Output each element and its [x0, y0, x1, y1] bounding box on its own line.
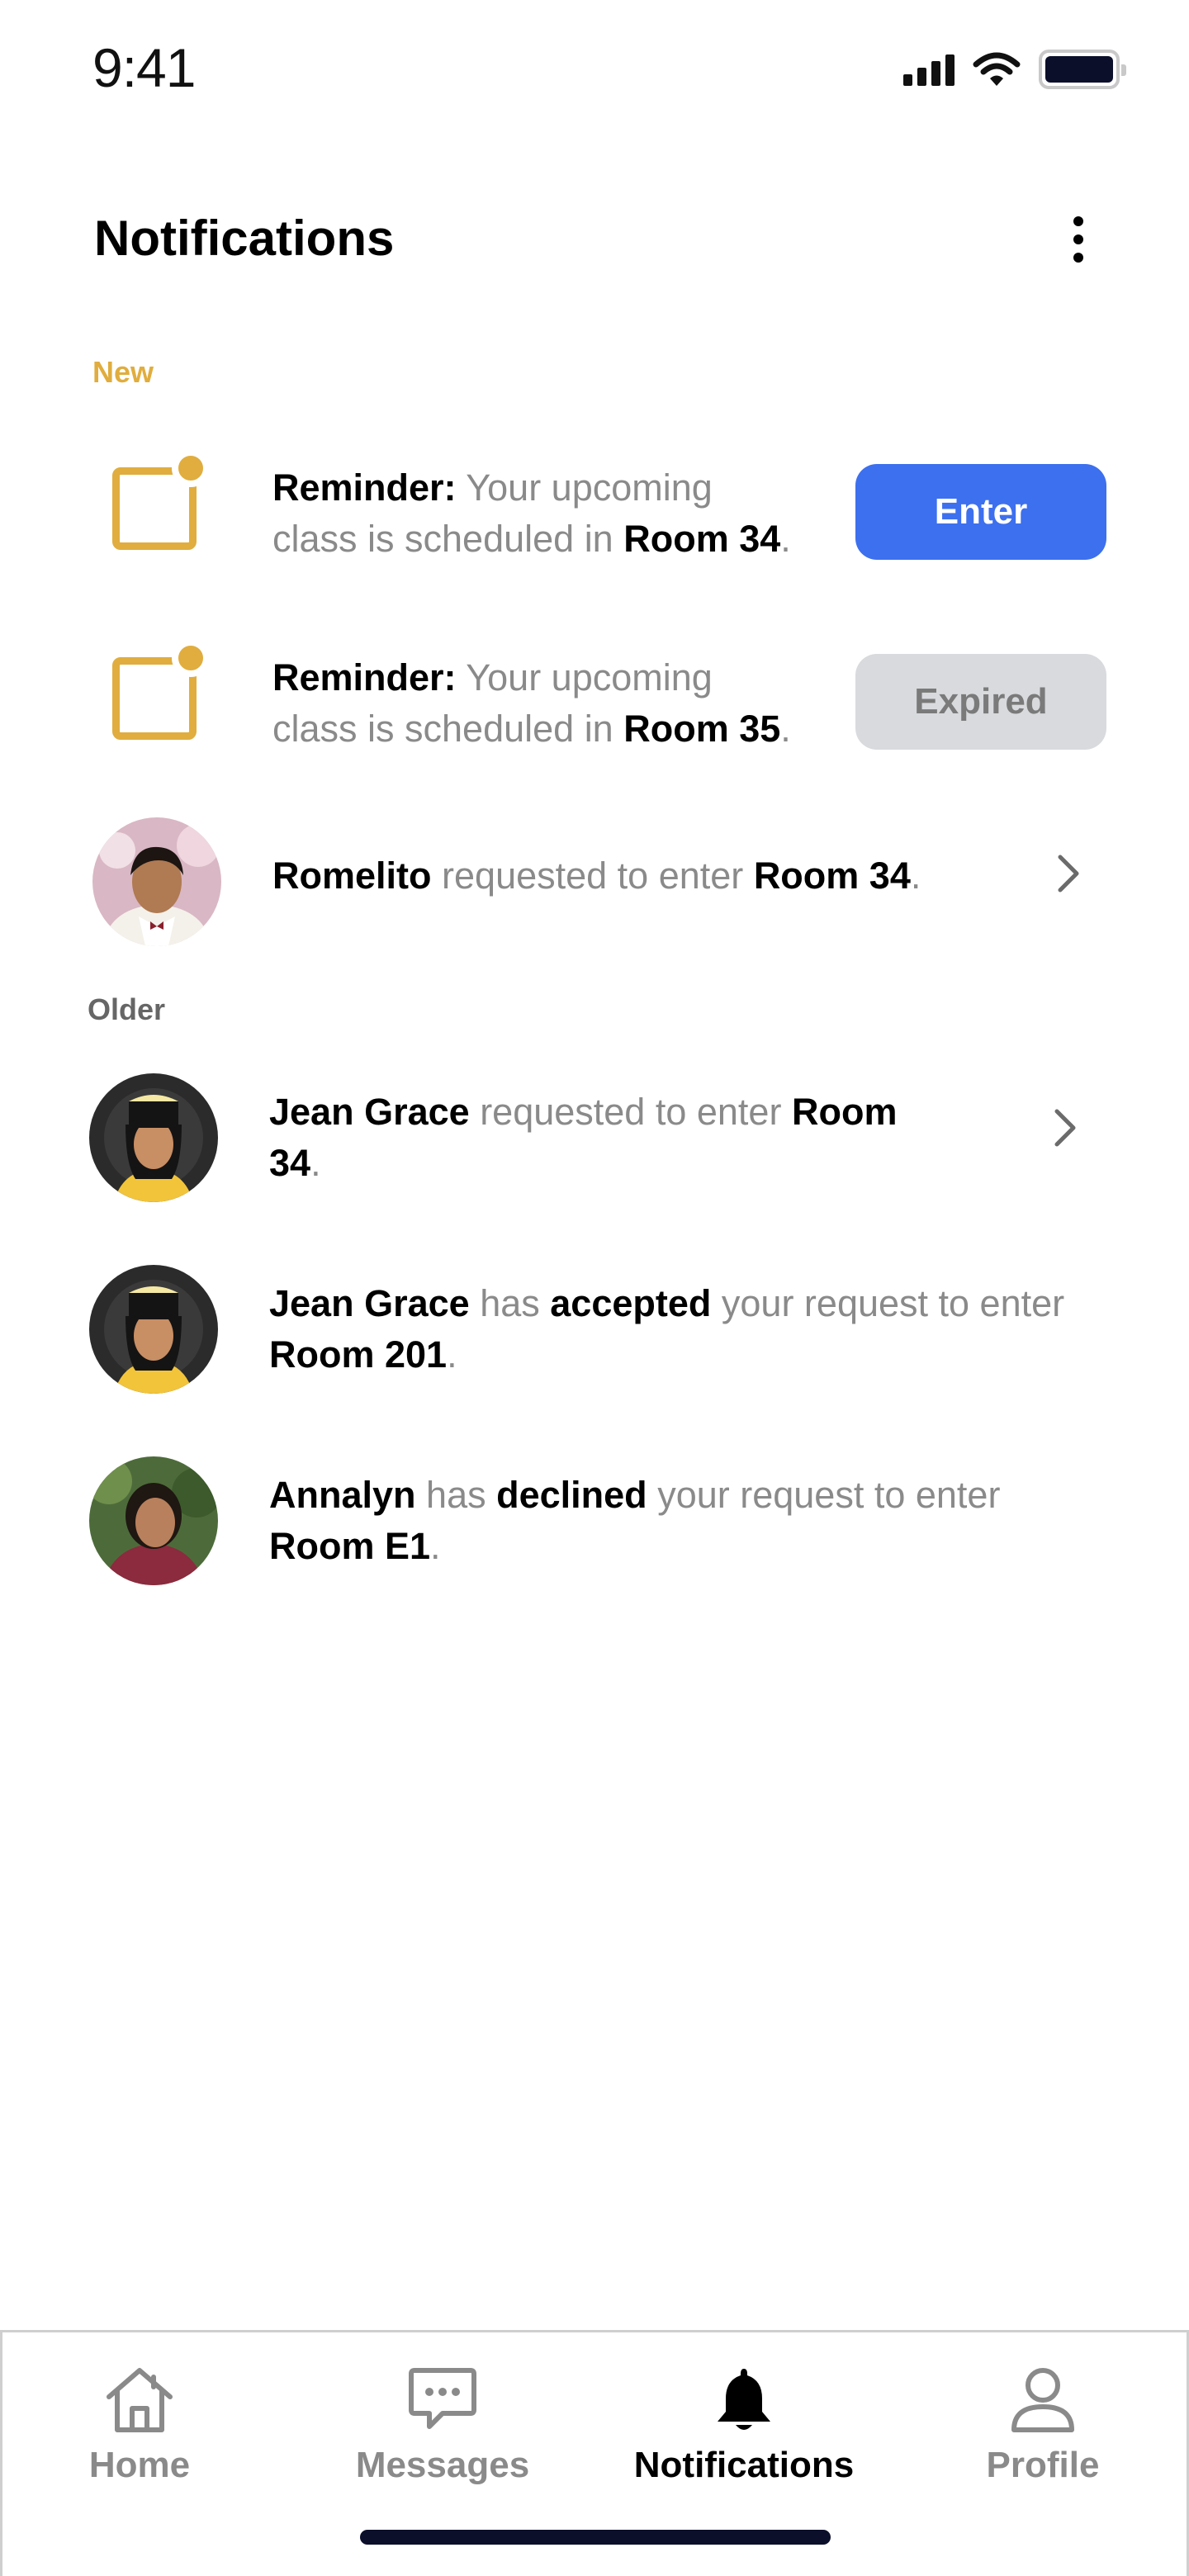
tab-messages-label: Messages: [355, 2445, 530, 2485]
section-label-new: New: [92, 355, 154, 389]
notification-text: Reminder: Your upcoming class is schedul…: [272, 466, 791, 560]
status-time: 9:41: [92, 37, 196, 98]
notification-declined-annalyn: Annalyn has declined your request to ent…: [0, 1453, 1189, 1593]
bell-icon: [718, 2369, 770, 2430]
notification-text: Romelito requested to enter Room 34.: [272, 855, 921, 897]
expired-button: Expired: [855, 654, 1106, 750]
notification-request-romelito[interactable]: Romelito requested to enter Room 34.: [0, 812, 1189, 953]
tab-profile[interactable]: Profile: [955, 2332, 1130, 2498]
avatar-annalyn: [89, 1456, 218, 1585]
notification-text: Reminder: Your upcoming class is schedul…: [272, 656, 791, 750]
page-title: Notifications: [94, 211, 395, 266]
chevron-right-icon[interactable]: [1054, 852, 1083, 895]
enter-button[interactable]: Enter: [855, 464, 1106, 560]
notification-request-jean-grace[interactable]: Jean Grace requested to enter Room 34.: [0, 1070, 1189, 1210]
section-label-older: Older: [88, 992, 166, 1026]
reminder-icon: [109, 639, 210, 741]
chevron-right-icon[interactable]: [1050, 1106, 1080, 1149]
status-icons: [903, 48, 1126, 91]
more-vertical-icon[interactable]: [1060, 208, 1097, 271]
notification-text: Annalyn has declined your request to ent…: [269, 1474, 1001, 1567]
notification-accepted-jean-grace: Jean Grace has accepted your request to …: [0, 1262, 1189, 1402]
home-icon: [107, 2368, 173, 2432]
notification-reminder-room-35: Reminder: Your upcoming class is schedul…: [0, 636, 1189, 768]
messages-icon: [409, 2368, 476, 2429]
notification-text: Jean Grace has accepted your request to …: [269, 1282, 1065, 1376]
wifi-icon: [973, 52, 1021, 86]
reminder-icon: [109, 449, 210, 552]
tab-messages[interactable]: Messages: [333, 2332, 552, 2498]
tab-home[interactable]: Home: [52, 2332, 227, 2498]
avatar-jean-grace: [89, 1265, 218, 1394]
signal-icon: [903, 53, 955, 86]
tab-profile-label: Profile: [986, 2445, 1100, 2485]
profile-icon: [1011, 2368, 1074, 2432]
avatar-jean-grace: [89, 1073, 218, 1202]
avatar-romelito: [92, 817, 221, 946]
battery-icon: [1039, 50, 1126, 89]
notification-reminder-room-34: Reminder: Your upcoming class is schedul…: [0, 446, 1189, 578]
notification-text: Jean Grace requested to enter Room 34.: [269, 1091, 898, 1184]
home-indicator[interactable]: [360, 2530, 831, 2545]
tab-notifications[interactable]: Notifications: [612, 2332, 876, 2498]
tab-notifications-label: Notifications: [633, 2445, 855, 2485]
tab-home-label: Home: [88, 2445, 191, 2485]
status-bar: 9:41: [0, 0, 1189, 140]
